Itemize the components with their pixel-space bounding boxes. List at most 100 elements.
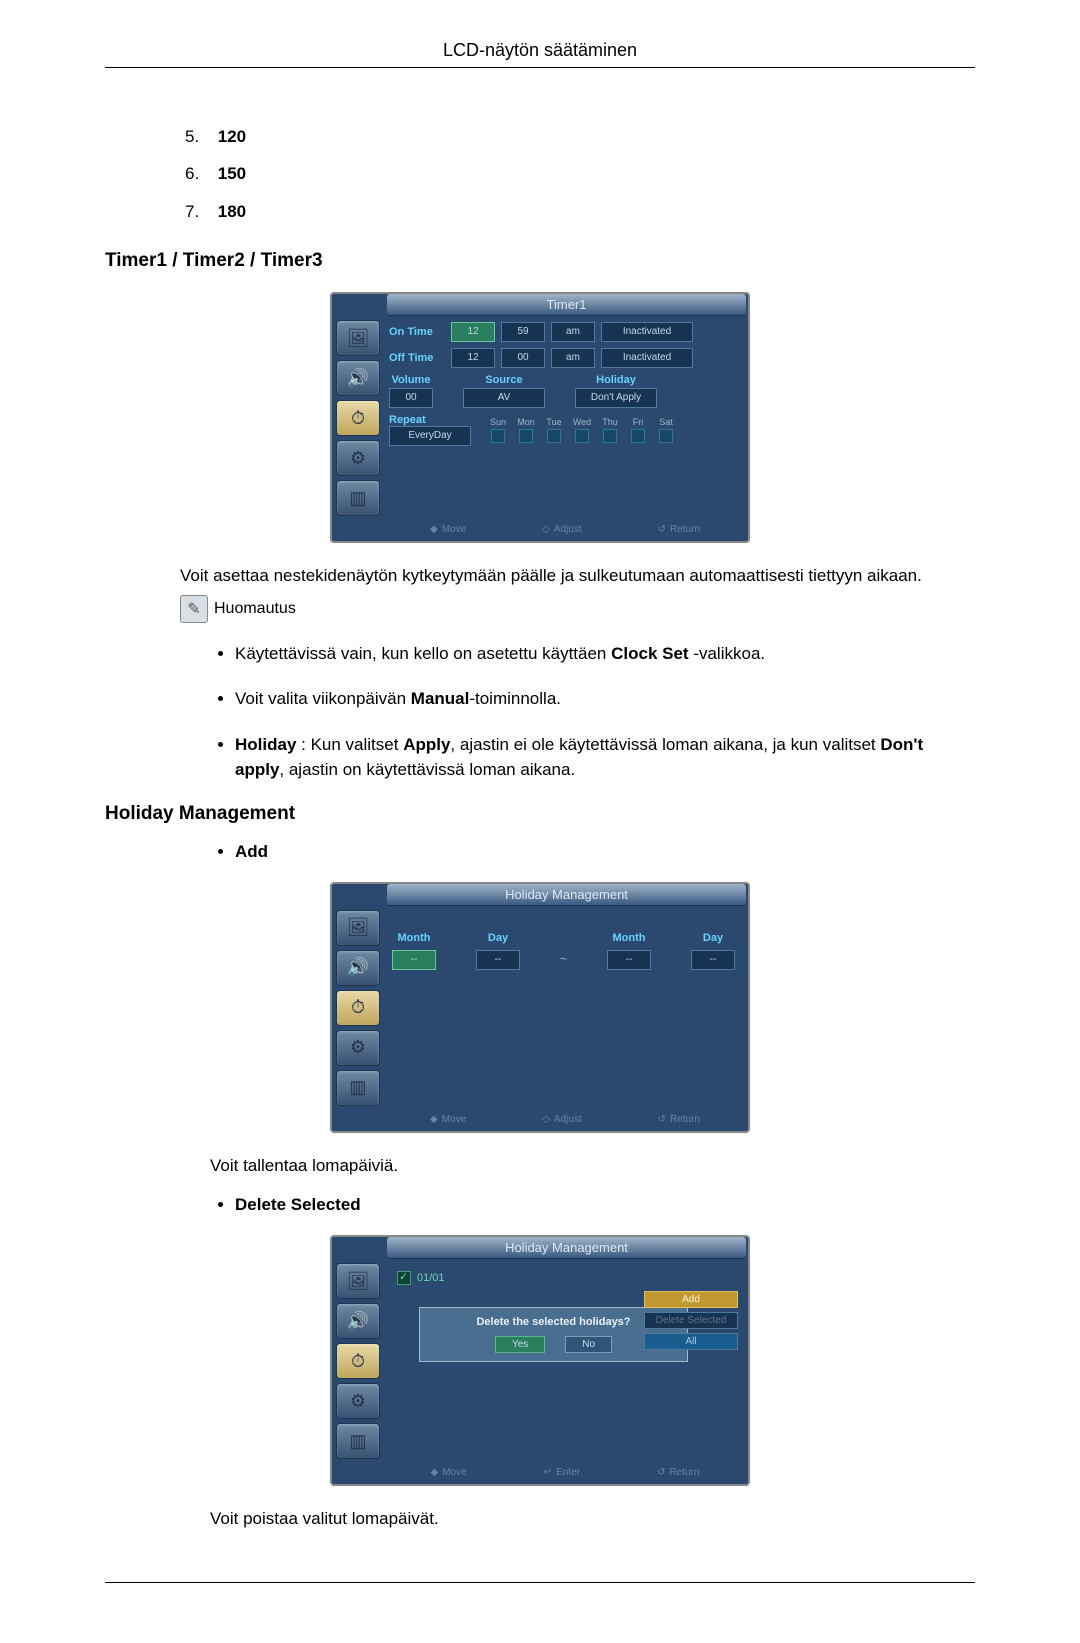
on-time-minute[interactable]: 59: [501, 322, 545, 342]
on-time-state[interactable]: Inactivated: [601, 322, 693, 342]
footer-return: ↺ Return: [657, 1467, 699, 1478]
osd-title: Timer1: [387, 294, 746, 316]
osd-footer: ◆ Move ↵ Enter ↺ Return: [332, 1463, 748, 1484]
footer-adjust: ◇ Adjust: [542, 1114, 582, 1125]
add-button[interactable]: Add: [644, 1291, 738, 1308]
day-checkbox[interactable]: [575, 429, 589, 443]
source-label: Source: [485, 374, 522, 386]
footer-enter: ↵ Enter: [544, 1467, 580, 1478]
day-checkbox[interactable]: [603, 429, 617, 443]
volume-value[interactable]: 00: [389, 388, 433, 408]
sound-icon[interactable]: 🔊: [336, 1303, 380, 1339]
footer-move: ◆ Move: [431, 1467, 467, 1478]
checkbox-icon[interactable]: [397, 1271, 411, 1285]
off-time-state[interactable]: Inactivated: [601, 348, 693, 368]
num-index: 7.: [185, 193, 213, 230]
osd-icon-column: 🖼 🔊 ⏱ ⚙ ▥: [332, 316, 387, 520]
num-value: 120: [218, 127, 246, 146]
footer-return: ↺ Return: [658, 524, 700, 535]
holiday-entry[interactable]: 01/01: [397, 1271, 730, 1285]
settings-icon[interactable]: ⚙: [336, 440, 380, 476]
holiday-label: Holiday: [596, 374, 636, 386]
off-time-row: Off Time 12 00 am Inactivated: [389, 348, 738, 368]
multi-control-icon[interactable]: ▥: [336, 1423, 380, 1459]
day-thu: Thu: [597, 417, 623, 443]
holiday-date: 01/01: [417, 1272, 445, 1284]
off-time-hour[interactable]: 12: [451, 348, 495, 368]
note-bullets: Käytettävissä vain, kun kello on asetett…: [195, 641, 975, 783]
footer-move: ◆ Move: [430, 524, 466, 535]
on-time-hour[interactable]: 12: [451, 322, 495, 342]
dialog-text: Delete the selected holidays?: [428, 1316, 679, 1328]
multi-control-icon[interactable]: ▥: [336, 1070, 380, 1106]
source-value[interactable]: AV: [463, 388, 545, 408]
yes-button[interactable]: Yes: [495, 1336, 545, 1353]
add-label: Add: [235, 842, 268, 861]
picture-icon[interactable]: 🖼: [336, 910, 380, 946]
day-checkbox[interactable]: [631, 429, 645, 443]
day-checkbox[interactable]: [659, 429, 673, 443]
num-value: 150: [218, 164, 246, 183]
footer-return: ↺ Return: [658, 1114, 700, 1125]
sound-icon[interactable]: 🔊: [336, 360, 380, 396]
heading-timer: Timer1 / Timer2 / Timer3: [105, 250, 975, 272]
volume-stack: Volume 00: [389, 374, 433, 408]
month-label: Month: [397, 932, 430, 944]
delete-selected-button[interactable]: Delete Selected: [644, 1312, 738, 1329]
day-checkbox[interactable]: [519, 429, 533, 443]
picture-icon[interactable]: 🖼: [336, 1263, 380, 1299]
day-end-value[interactable]: --: [691, 950, 735, 970]
month-start-value[interactable]: --: [392, 950, 436, 970]
note-row: ✎ Huomautus: [180, 595, 975, 623]
on-time-label: On Time: [389, 326, 445, 338]
day-sun: Sun: [485, 417, 511, 443]
setup-icon[interactable]: ⏱: [336, 1343, 380, 1379]
holiday-value[interactable]: Don't Apply: [575, 388, 657, 408]
list-item: Käytettävissä vain, kun kello on asetett…: [235, 641, 975, 667]
day-checkbox[interactable]: [491, 429, 505, 443]
on-time-ampm[interactable]: am: [551, 322, 595, 342]
osd-title: Holiday Management: [387, 884, 746, 906]
list-item: Voit valita viikonpäivän Manual-toiminno…: [235, 686, 975, 712]
osd-title: Holiday Management: [387, 1237, 746, 1259]
sound-icon[interactable]: 🔊: [336, 950, 380, 986]
multi-control-icon[interactable]: ▥: [336, 480, 380, 516]
month-label: Month: [613, 932, 646, 944]
day-label: Day: [488, 932, 508, 944]
header-rule: [105, 67, 975, 68]
list-item: Delete Selected: [235, 1195, 975, 1215]
add-description: Voit tallentaa lomapäiviä.: [210, 1153, 975, 1179]
numbered-list: 5. 120 6. 150 7. 180: [185, 118, 975, 230]
no-button[interactable]: No: [565, 1336, 612, 1353]
picture-icon[interactable]: 🖼: [336, 320, 380, 356]
setup-icon[interactable]: ⏱: [336, 400, 380, 436]
source-stack: Source AV: [463, 374, 545, 408]
day-checkbox[interactable]: [547, 429, 561, 443]
days-row: Sun Mon Tue Wed Thu Fri Sat: [485, 417, 679, 443]
off-time-ampm[interactable]: am: [551, 348, 595, 368]
off-time-minute[interactable]: 00: [501, 348, 545, 368]
off-time-label: Off Time: [389, 352, 445, 364]
day-start-value[interactable]: --: [476, 950, 520, 970]
osd-holiday-add-panel: Holiday Management 🖼 🔊 ⏱ ⚙ ▥ Month --: [330, 882, 750, 1133]
footer-rule: [105, 1582, 975, 1583]
side-buttons: Add Delete Selected All: [644, 1291, 738, 1350]
delete-selected-label: Delete Selected: [235, 1195, 361, 1214]
timer-description: Voit asettaa nestekidenäytön kytkeytymää…: [180, 563, 975, 589]
day-fri: Fri: [625, 417, 651, 443]
day-label: Day: [703, 932, 723, 944]
note-icon: ✎: [180, 595, 208, 623]
osd-timer-panel: Timer1 🖼 🔊 ⏱ ⚙ ▥ On Time 12 59 am Inacti…: [330, 292, 750, 543]
repeat-value[interactable]: EveryDay: [389, 426, 471, 446]
note-label: Huomautus: [214, 600, 296, 618]
list-item: 7. 180: [185, 193, 975, 230]
hm-list: Delete Selected: [195, 1195, 975, 1215]
setup-icon[interactable]: ⏱: [336, 990, 380, 1026]
num-index: 6.: [185, 155, 213, 192]
settings-icon[interactable]: ⚙: [336, 1383, 380, 1419]
all-button[interactable]: All: [644, 1333, 738, 1350]
month-end-value[interactable]: --: [607, 950, 651, 970]
settings-icon[interactable]: ⚙: [336, 1030, 380, 1066]
osd-holiday-delete-panel: Holiday Management 🖼 🔊 ⏱ ⚙ ▥ 01/01: [330, 1235, 750, 1486]
osd-footer: ◆ Move ◇ Adjust ↺ Return: [332, 520, 748, 541]
